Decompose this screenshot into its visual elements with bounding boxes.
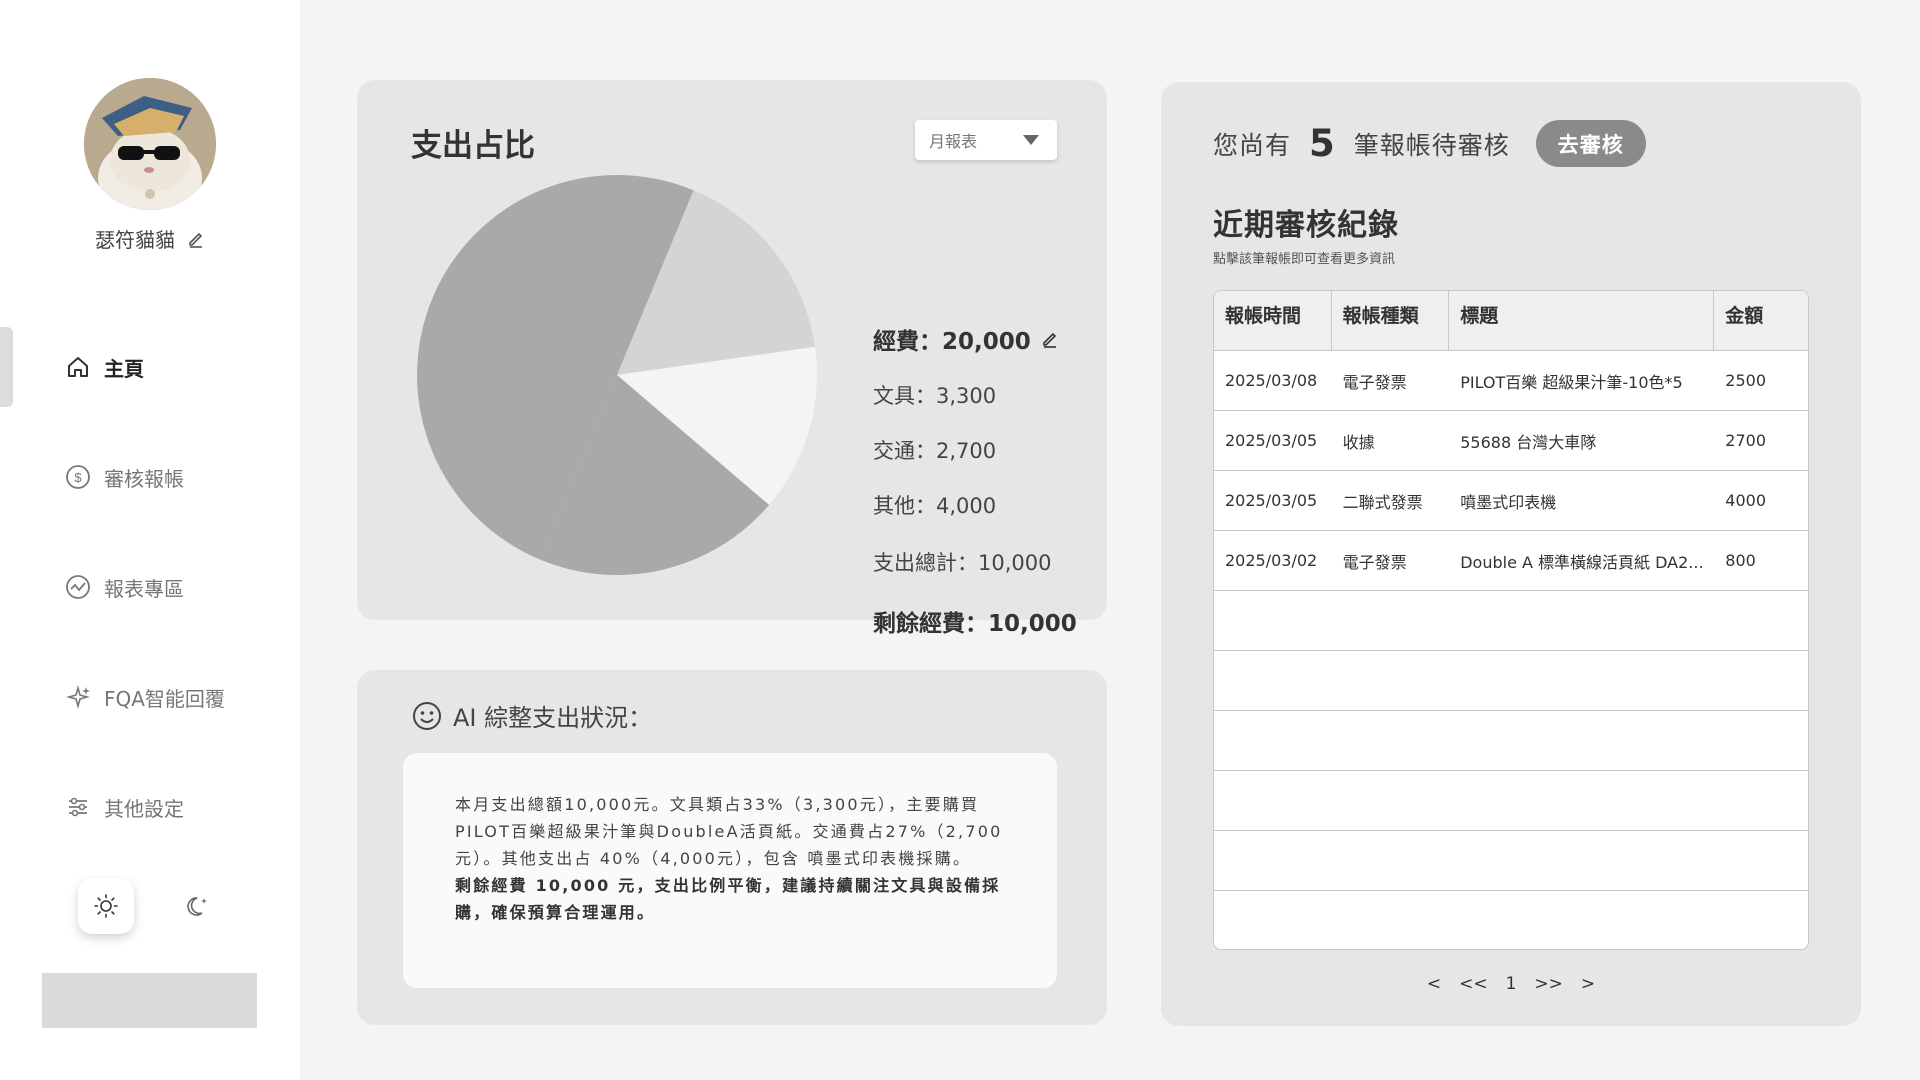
username-row: 瑟符貓貓 <box>0 224 300 252</box>
cell-time: 2025/03/02 <box>1225 551 1318 570</box>
cell-type: 電子發票 <box>1342 552 1407 572</box>
edit-budget-icon[interactable] <box>1041 330 1059 348</box>
cell-time: 2025/03/08 <box>1225 371 1318 390</box>
review-records-card: 您尚有 5 筆報帳待審核 去審核 近期審核紀錄 點擊該筆報帳即可查看更多資訊 報… <box>1161 82 1861 1026</box>
svg-text:$: $ <box>74 470 82 485</box>
ai-summary-header: AI 綜整支出狀況： <box>411 698 652 733</box>
nav-label-faq: FQA智能回覆 <box>104 686 225 711</box>
nav-item-review[interactable]: $ 審核報帳 <box>64 460 184 494</box>
legend-budget-text: 經費：20,000 <box>873 329 1031 355</box>
nav-item-home[interactable]: 主頁 <box>64 350 144 384</box>
nav-item-reports[interactable]: 報表專區 <box>64 570 184 604</box>
table-row[interactable]: 2025/03/08 電子發票 PILOT百樂 超級果汁筆-10色*5 2500 <box>1214 351 1808 411</box>
table-row[interactable]: 2025/03/05 收據 55688 台灣大車隊 2700 <box>1214 411 1808 471</box>
legend-budget: 經費：20,000 <box>873 322 1059 356</box>
expense-ratio-card: 支出占比 月報表 經費：20,000 文具：3,300 交通：2,700 其他：… <box>357 80 1107 637</box>
avatar[interactable] <box>84 78 216 210</box>
nav-item-faq[interactable]: FQA智能回覆 <box>64 680 225 714</box>
nav-label-review: 審核報帳 <box>104 466 184 491</box>
legend-total: 支出總計：10,000 <box>873 551 1052 575</box>
legend-transport: 交通：2,700 <box>873 439 997 463</box>
cat-avatar-image <box>84 78 216 210</box>
empty-table-row <box>1214 591 1808 651</box>
light-mode-button[interactable] <box>78 878 134 934</box>
edit-pencil-icon[interactable] <box>187 229 205 248</box>
cell-time: 2025/03/05 <box>1225 491 1318 510</box>
nav-label-home: 主頁 <box>104 356 144 381</box>
first-page-button[interactable]: << <box>1455 974 1492 994</box>
pending-notice: 您尚有 5 筆報帳待審核 去審核 <box>1213 120 1646 167</box>
expense-ratio-title: 支出占比 <box>411 128 535 164</box>
ai-summary-box: 本月支出總額10,000元。文具類占33%（3,300元），主要購買PILOT百… <box>403 753 1057 988</box>
dark-mode-button[interactable] <box>170 878 226 934</box>
ai-advice-text: 剩餘經費 10,000 元，支出比例平衡，建議持續關注文具與設備採購，確保預算合… <box>455 876 1001 922</box>
home-icon <box>68 357 88 377</box>
moon-icon <box>187 897 207 916</box>
pagination: < << 1 >> > <box>1161 974 1861 994</box>
report-period-dropdown[interactable]: 月報表 <box>915 120 1057 160</box>
sidebar-footer-block <box>42 973 257 1028</box>
empty-table-row <box>1214 831 1808 891</box>
column-header-type[interactable]: 報帳種類 <box>1331 291 1450 350</box>
prev-page-button[interactable]: < <box>1423 974 1445 994</box>
recent-records-title: 近期審核紀錄 <box>1213 208 1399 243</box>
legend-remaining: 剩餘經費：10,000 <box>873 611 1077 637</box>
column-header-amount[interactable]: 金額 <box>1714 291 1808 350</box>
legend-other: 其他：4,000 <box>873 494 997 518</box>
username: 瑟符貓貓 <box>95 227 175 252</box>
current-page[interactable]: 1 <box>1502 974 1521 994</box>
chart-line-icon <box>66 575 90 599</box>
pending-suffix: 筆報帳待審核 <box>1353 130 1510 160</box>
cell-amount: 2500 <box>1725 371 1767 390</box>
cell-amount: 4000 <box>1725 491 1767 510</box>
cell-type: 收據 <box>1342 432 1375 452</box>
empty-table-row <box>1214 771 1808 831</box>
records-table: 報帳時間 報帳種類 標題 金額 2025/03/08 電子發票 PILOT百樂 超級… <box>1213 290 1809 950</box>
next-page-button[interactable]: > <box>1577 974 1599 994</box>
ai-summary-title: AI 綜整支出狀況： <box>453 704 653 732</box>
legend-stationery: 文具：3,300 <box>873 384 997 408</box>
cell-type: 二聯式發票 <box>1342 492 1423 512</box>
cell-amount: 800 <box>1725 551 1756 570</box>
nav-label-reports: 報表專區 <box>104 576 184 601</box>
sidebar: 瑟符貓貓 主頁 $ 審核報帳 報表專區 FQA智能回覆 其他設定 <box>0 0 300 1080</box>
ai-summary-card: AI 綜整支出狀況： 本月支出總額10,000元。文具類占33%（3,300元）… <box>357 670 1107 1025</box>
dollar-circle-icon: $ <box>66 465 90 489</box>
column-header-title[interactable]: 標題 <box>1449 291 1715 350</box>
cell-title: 55688 台灣大車隊 <box>1460 432 1597 452</box>
cell-time: 2025/03/05 <box>1225 431 1318 450</box>
table-row[interactable]: 2025/03/05 二聯式發票 噴墨式印表機 4000 <box>1214 471 1808 531</box>
last-page-button[interactable]: >> <box>1530 974 1567 994</box>
cell-title: PILOT百樂 超級果汁筆-10色*5 <box>1460 372 1683 392</box>
cell-type: 電子發票 <box>1342 372 1407 392</box>
nav-label-settings: 其他設定 <box>104 796 184 821</box>
sliders-icon <box>69 797 87 817</box>
cell-amount: 2700 <box>1725 431 1767 450</box>
pending-count: 5 <box>1309 122 1336 165</box>
cell-title: Double A 標準橫線活頁紙 DA2... <box>1460 552 1704 572</box>
nav-item-settings[interactable]: 其他設定 <box>64 790 184 824</box>
sparkle-icon <box>66 685 90 709</box>
empty-table-row <box>1214 711 1808 771</box>
dropdown-value: 月報表 <box>929 132 978 151</box>
active-nav-marker <box>0 327 13 407</box>
column-header-time[interactable]: 報帳時間 <box>1214 291 1332 350</box>
expense-pie-chart <box>417 175 817 575</box>
empty-table-row <box>1214 891 1808 949</box>
pending-prefix: 您尚有 <box>1213 130 1292 160</box>
go-review-button[interactable]: 去審核 <box>1535 120 1646 167</box>
sun-icon <box>94 894 118 918</box>
empty-table-row <box>1214 651 1808 711</box>
theme-toggle <box>78 878 226 934</box>
table-header-row: 報帳時間 報帳種類 標題 金額 <box>1214 291 1808 351</box>
smiley-icon <box>413 701 441 730</box>
table-row[interactable]: 2025/03/02 電子發票 Double A 標準橫線活頁紙 DA2... 800 <box>1214 531 1808 591</box>
recent-records-subtitle: 點擊該筆報帳即可查看更多資訊 <box>1213 252 1396 267</box>
ai-summary-text: 本月支出總額10,000元。文具類占33%（3,300元），主要購買PILOT百… <box>455 795 1003 868</box>
chevron-down-icon <box>1023 135 1039 145</box>
cell-title: 噴墨式印表機 <box>1460 492 1557 512</box>
